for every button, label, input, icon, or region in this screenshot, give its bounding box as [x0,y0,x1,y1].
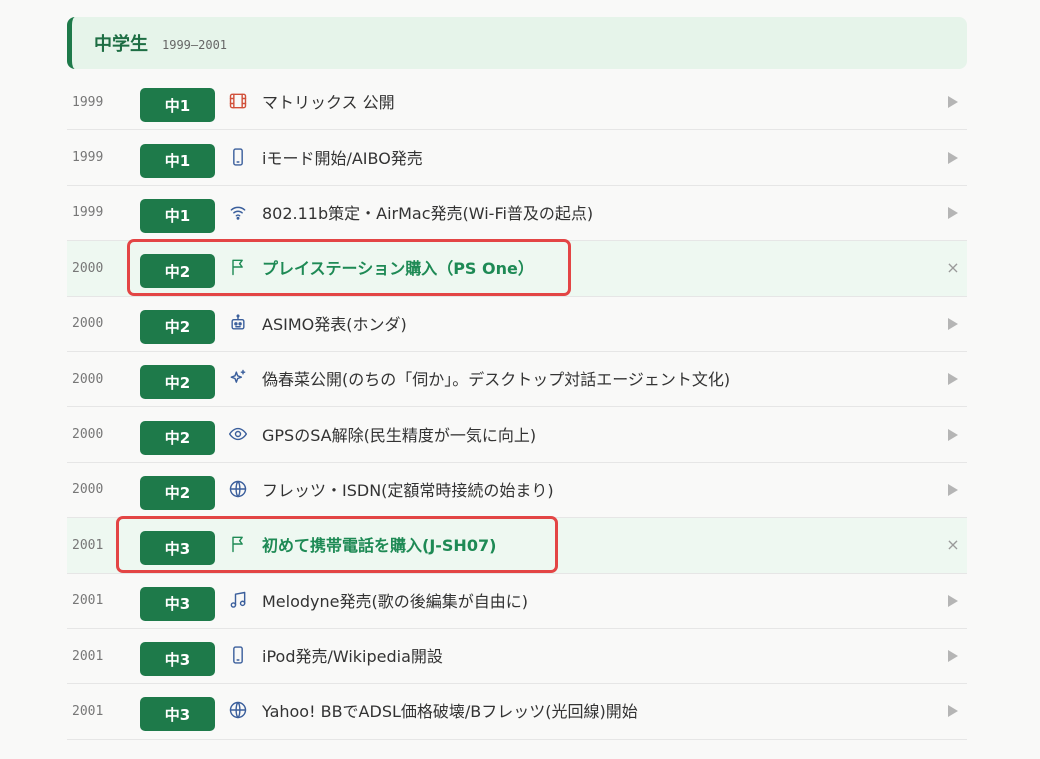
event-year: 2001 [72,593,104,609]
expand-arrow-icon[interactable] [945,648,961,664]
expand-arrow-icon[interactable] [945,316,961,332]
event-row[interactable]: 2000 中2 GPSのSA解除(民生精度が一気に向上) [67,407,967,463]
flag-icon [227,533,249,555]
expand-arrow-icon[interactable] [945,482,961,498]
event-year: 2000 [72,260,104,276]
event-title: ASIMO発表(ホンダ) [262,314,407,334]
event-title: 偽春菜公開(のちの「伺か」。デスクトップ対話エージェント文化) [262,370,731,390]
smartphone-icon [227,146,249,168]
grade-badge: 中3 [140,586,215,621]
event-title: マトリックス 公開 [262,93,395,113]
event-year: 1999 [72,150,104,166]
grade-badge: 中3 [140,697,215,732]
expand-arrow-icon[interactable] [945,205,961,221]
grade-badge: 中1 [140,198,215,233]
event-row[interactable]: 2000 中2 ASIMO発表(ホンダ) [67,297,967,352]
event-row[interactable]: 1999 中1 iモード開始/AIBO発売 [67,130,967,186]
event-year: 1999 [72,94,104,110]
event-row[interactable]: 2000 中2 偽春菜公開(のちの「伺か」。デスクトップ対話エージェント文化) [67,352,967,408]
grade-badge: 中3 [140,531,215,566]
robot-icon [227,312,249,334]
section-title: 中学生 [94,34,148,55]
grade-badge: 中2 [140,420,215,455]
event-row[interactable]: 1999 中1 802.11b策定・AirMac発売(Wi-Fi普及の起点) [67,186,967,242]
wifi-icon [227,201,249,223]
event-title: iPod発売/Wikipedia開設 [262,647,443,667]
event-title: 初めて携帯電話を購入(J-SH07) [262,536,497,556]
event-title: フレッツ・ISDN(定額常時接続の始まり) [262,480,554,500]
event-title: GPSのSA解除(民生精度が一気に向上) [262,425,537,445]
expand-arrow-icon[interactable] [945,427,961,443]
event-title: Yahoo! BBでADSL価格破壊/Bフレッツ(光回線)開始 [262,702,638,722]
grade-badge: 中2 [140,254,215,289]
smartphone-icon [227,644,249,666]
flag-icon [227,256,249,278]
expand-arrow-icon[interactable] [945,150,961,166]
grade-badge: 中1 [140,88,215,123]
close-icon[interactable]: × [945,260,961,276]
event-title: Melodyne発売(歌の後編集が自由に) [262,591,528,611]
sparkle-icon [227,367,249,389]
grade-badge: 中2 [140,309,215,344]
expand-arrow-icon[interactable] [945,703,961,719]
section-header[interactable]: 中学生 1999–2001 [67,17,967,69]
event-row[interactable]: 2001 中3 Yahoo! BBでADSL価格破壊/Bフレッツ(光回線)開始 [67,684,967,740]
event-row[interactable]: 1999 中1 マトリックス 公開 [67,75,967,131]
section-year-range: 1999–2001 [162,37,228,52]
event-row[interactable]: 2001 中3 初めて携帯電話を購入(J-SH07) × [67,518,967,574]
event-year: 2000 [72,316,104,332]
event-row[interactable]: 2001 中3 iPod発売/Wikipedia開設 [67,629,967,685]
eye-icon [227,423,249,445]
grade-badge: 中2 [140,365,215,400]
event-year: 2000 [72,482,104,498]
globe-icon [227,478,249,500]
event-year: 2000 [72,427,104,443]
globe-icon [227,699,249,721]
event-row[interactable]: 2001 中3 Melodyne発売(歌の後編集が自由に) [67,574,967,629]
event-year: 2001 [72,703,104,719]
event-row[interactable]: 2000 中2 フレッツ・ISDN(定額常時接続の始まり) [67,463,967,519]
grade-badge: 中2 [140,475,215,510]
expand-arrow-icon[interactable] [945,94,961,110]
event-list: 1999 中1 マトリックス 公開 1999 中1 iモード開始/AIBO発売 … [67,75,967,740]
grade-badge: 中3 [140,642,215,677]
event-title: プレイステーション購入（PS One） [262,259,534,279]
event-year: 2001 [72,537,104,553]
film-icon [227,90,249,112]
event-row[interactable]: 2000 中2 プレイステーション購入（PS One） × [67,241,967,297]
event-year: 2000 [72,371,104,387]
event-year: 2001 [72,648,104,664]
expand-arrow-icon[interactable] [945,371,961,387]
expand-arrow-icon[interactable] [945,593,961,609]
music-icon [227,589,249,611]
grade-badge: 中1 [140,143,215,178]
event-year: 1999 [72,205,104,221]
close-icon[interactable]: × [945,537,961,553]
event-title: iモード開始/AIBO発売 [262,148,423,168]
timeline-section: 中学生 1999–2001 1999 中1 マトリックス 公開 1999 中1 … [67,17,967,740]
event-title: 802.11b策定・AirMac発売(Wi-Fi普及の起点) [262,203,594,223]
